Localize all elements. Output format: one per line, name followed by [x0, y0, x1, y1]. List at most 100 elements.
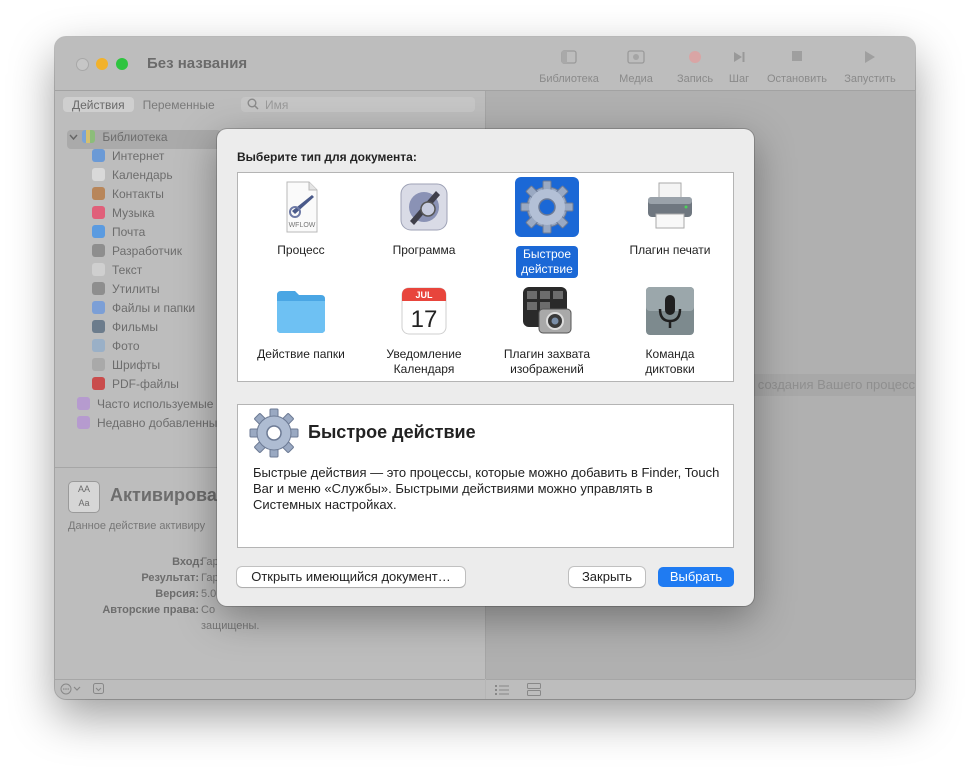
doc-type-dictation-command[interactable]: Команда диктовки [610, 285, 730, 378]
choose-button[interactable]: Выбрать [658, 567, 734, 587]
library-root-item[interactable]: Библиотека [67, 130, 221, 149]
doc-type-folder-action[interactable]: Действие папки [241, 285, 361, 363]
sidebar-item-label: Музыка [112, 206, 155, 220]
dialog-prompt: Выберите тип для документа: [237, 150, 417, 164]
document-type-grid: WFLOW Процесс Программа Быстрое действие… [237, 172, 734, 382]
action-title: Активирова [110, 485, 217, 505]
field-input-key: Вход: [172, 556, 203, 568]
sidebar-item-label: Шрифты [112, 358, 161, 372]
media-toolbar-button[interactable]: Медиа [613, 50, 659, 86]
field-result-key: Результат: [141, 572, 199, 584]
sidebar-item-label: Календарь [112, 168, 173, 182]
category-icon [92, 244, 105, 257]
stop-toolbar-button[interactable]: Остановить [762, 50, 832, 86]
field-input-value: Гар [201, 556, 219, 568]
description-toggle-icon[interactable] [93, 683, 104, 697]
sidebar-item-label: Интернет [112, 149, 165, 163]
type-info-description: Быстрые действия — это процессы, которые… [253, 465, 720, 512]
gear-icon [248, 407, 300, 464]
sidebar-item-3[interactable]: Музыка [92, 206, 154, 225]
sidebar-item-label: Почта [112, 225, 146, 239]
sidebar-item-12[interactable]: PDF-файлы [92, 377, 179, 396]
printer-icon [644, 181, 696, 233]
tab-variables[interactable]: Переменные [134, 97, 224, 112]
sidebar-item-label: Фото [112, 339, 140, 353]
minimize-button[interactable] [96, 58, 108, 70]
sidebar-item-8[interactable]: Файлы и папки [92, 301, 195, 320]
microphone-icon [644, 285, 696, 337]
list-view-icon[interactable] [495, 684, 509, 699]
disclosure-chevron-icon[interactable] [69, 130, 79, 144]
image-capture-icon [521, 285, 573, 337]
sidebar-item-6[interactable]: Текст [92, 263, 142, 282]
document-type-dialog: Выберите тип для документа: WFLOW Процес… [217, 129, 754, 606]
field-copyright-tail: защищены. [201, 620, 260, 632]
workflow-bottom-bar [486, 679, 915, 699]
field-result-value: Гар [201, 572, 219, 584]
sidebar-item-2[interactable]: Контакты [92, 187, 164, 206]
search-placeholder: Имя [265, 98, 289, 112]
search-field[interactable]: Имя [241, 97, 475, 112]
sidebar-item-label: Файлы и папки [112, 301, 196, 315]
library-toolbar-button[interactable]: Библиотека [536, 50, 602, 86]
doc-type-quick-action[interactable]: Быстрое действие [487, 177, 607, 278]
sidebar-bottom-bar [55, 679, 485, 699]
sidebar-item-5[interactable]: Разработчик [92, 244, 182, 263]
sidebar-item-label: Фильмы [112, 320, 158, 334]
title-bar: Без названия Библиотека Медиа Запись Шаг [55, 37, 915, 91]
doc-type-calendar-alarm[interactable]: JUL 17 Уведомление Календаря [364, 285, 484, 378]
media-icon [613, 50, 659, 68]
category-icon [92, 339, 105, 352]
window-title: Без названия [147, 55, 248, 72]
field-version-value: 5.0 [201, 588, 217, 600]
more-options-icon[interactable] [60, 683, 82, 698]
step-icon [724, 50, 754, 68]
category-icon [92, 149, 105, 162]
sidebar-item-recently-added[interactable]: Недавно добавленные [77, 416, 224, 435]
sidebar-tabs: Действия Переменные [63, 97, 224, 112]
sidebar-item-label: PDF-файлы [112, 377, 179, 391]
font-action-icon: AA Aa [68, 481, 100, 513]
action-summary: Данное действие активиру [68, 520, 206, 532]
category-icon [92, 301, 105, 314]
field-version-key: Версия: [155, 588, 199, 600]
close-dialog-button[interactable]: Закрыть [569, 567, 645, 587]
type-info-panel: Быстрое действие Быстрые действия — это … [237, 404, 734, 548]
sidebar-item-label: Утилиты [112, 282, 160, 296]
tab-actions[interactable]: Действия [63, 97, 134, 112]
step-toolbar-button[interactable]: Шаг [724, 50, 754, 86]
smart-folder-icon [77, 397, 90, 410]
sidebar-item-most-used[interactable]: Часто используемые [77, 397, 213, 416]
zoom-button[interactable] [116, 58, 128, 70]
automator-app-icon [398, 181, 450, 233]
doc-type-print-plugin[interactable]: Плагин печати [610, 181, 730, 259]
doc-type-application[interactable]: Программа [364, 181, 484, 259]
category-icon [92, 358, 105, 371]
sidebar-item-4[interactable]: Почта [92, 225, 145, 244]
run-toolbar-button[interactable]: Запустить [841, 50, 899, 86]
smart-folder-icon [77, 416, 90, 429]
log-view-icon[interactable] [527, 683, 541, 699]
folder-icon [275, 285, 327, 337]
library-books-icon [82, 130, 96, 143]
sidebar-item-10[interactable]: Фото [92, 339, 140, 358]
svg-text:WFLOW: WFLOW [289, 222, 316, 229]
sidebar-item-7[interactable]: Утилиты [92, 282, 160, 301]
category-icon [92, 377, 105, 390]
doc-type-process[interactable]: WFLOW Процесс [241, 181, 361, 259]
sidebar-item-1[interactable]: Календарь [92, 168, 173, 187]
gear-icon [515, 177, 579, 237]
search-icon [247, 98, 259, 113]
sidebar-item-label: Разработчик [112, 244, 182, 258]
category-icon [92, 168, 105, 181]
open-existing-document-button[interactable]: Открыть имеющийся документ… [237, 567, 465, 587]
category-icon [92, 206, 105, 219]
record-toolbar-button[interactable]: Запись [672, 50, 718, 86]
category-icon [92, 187, 105, 200]
sidebar-item-9[interactable]: Фильмы [92, 320, 158, 339]
field-copyright-value: Со [201, 604, 216, 616]
close-button[interactable] [76, 58, 89, 71]
sidebar-item-0[interactable]: Интернет [92, 149, 164, 168]
sidebar-item-11[interactable]: Шрифты [92, 358, 160, 377]
doc-type-image-capture-plugin[interactable]: Плагин захвата изображений [487, 285, 607, 378]
